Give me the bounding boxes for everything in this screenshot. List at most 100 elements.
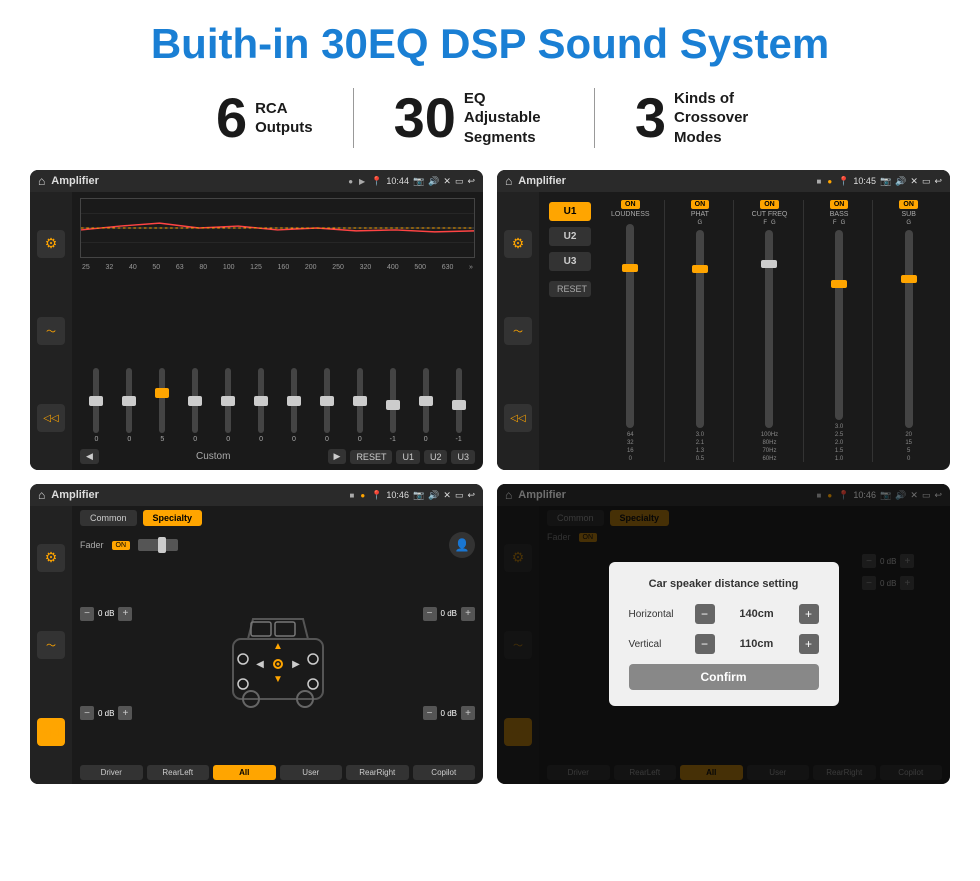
eq-thumb-2[interactable] xyxy=(122,396,136,406)
minus-btn-3[interactable]: − xyxy=(423,607,437,621)
eq-thumb-9[interactable] xyxy=(353,396,367,406)
home-icon-3[interactable]: ⌂ xyxy=(38,488,45,502)
horizontal-minus[interactable]: − xyxy=(695,604,715,624)
eq-track-12[interactable] xyxy=(456,368,462,433)
u1-btn[interactable]: U1 xyxy=(396,450,420,464)
eq-band-11[interactable]: 0 xyxy=(409,368,442,443)
sub-thumb[interactable] xyxy=(901,275,917,283)
horizontal-plus[interactable]: + xyxy=(799,604,819,624)
eq-icon[interactable]: ⚙ xyxy=(37,230,65,258)
eq-track-1[interactable] xyxy=(93,368,99,433)
eq-track-3[interactable] xyxy=(159,368,165,433)
u2-select[interactable]: U2 xyxy=(549,227,591,246)
wave-icon-3[interactable]: 〜 xyxy=(37,631,65,659)
eq-band-9[interactable]: 0 xyxy=(343,368,376,443)
eq-band-7[interactable]: 0 xyxy=(278,368,311,443)
eq-band-5[interactable]: 0 xyxy=(212,368,245,443)
loudness-thumb[interactable] xyxy=(622,264,638,272)
eq-track-6[interactable] xyxy=(258,368,264,433)
vertical-minus[interactable]: − xyxy=(695,634,715,654)
plus-btn-1[interactable]: + xyxy=(118,607,132,621)
loudness-slider[interactable] xyxy=(626,224,634,428)
eq-track-10[interactable] xyxy=(390,368,396,433)
speaker-layout: − 0 dB + − 0 dB + xyxy=(80,566,475,761)
eq-thumb-10[interactable] xyxy=(386,400,400,410)
eq-band-1[interactable]: 0 xyxy=(80,368,113,443)
wave-icon-2[interactable]: 〜 xyxy=(504,317,532,345)
fader-on[interactable]: ON xyxy=(112,541,131,550)
all-btn[interactable]: All xyxy=(213,765,276,780)
eq-thumb-12[interactable] xyxy=(452,400,466,410)
cutfreq-slider[interactable] xyxy=(765,230,773,428)
eq-thumb-8[interactable] xyxy=(320,396,334,406)
cutfreq-thumb[interactable] xyxy=(761,260,777,268)
wave-icon[interactable]: 〜 xyxy=(37,317,65,345)
eq-band-8[interactable]: 0 xyxy=(310,368,343,443)
eq-track-5[interactable] xyxy=(225,368,231,433)
eq-band-6[interactable]: 0 xyxy=(245,368,278,443)
eq-icon-3[interactable]: ⚙ xyxy=(37,544,65,572)
eq-track-9[interactable] xyxy=(357,368,363,433)
tab-common[interactable]: Common xyxy=(80,510,137,526)
u3-select[interactable]: U3 xyxy=(549,252,591,271)
eq-thumb-11[interactable] xyxy=(419,396,433,406)
prev-btn[interactable]: ◀ xyxy=(80,449,99,464)
next-btn[interactable]: ▶ xyxy=(328,449,347,464)
svg-text:▼: ▼ xyxy=(273,674,283,685)
eq-band-3[interactable]: 5 xyxy=(146,368,179,443)
sub-slider[interactable] xyxy=(905,230,913,428)
status-icons-1: 📍 10:44 📷 🔊 ✕ ▭ ↩ xyxy=(371,176,475,187)
bass-thumb[interactable] xyxy=(831,280,847,288)
copilot-btn[interactable]: Copilot xyxy=(413,765,476,780)
eq-thumb-4[interactable] xyxy=(188,396,202,406)
eq-track-7[interactable] xyxy=(291,368,297,433)
user-btn[interactable]: User xyxy=(280,765,343,780)
home-icon-1[interactable]: ⌂ xyxy=(38,174,45,188)
driver-btn[interactable]: Driver xyxy=(80,765,143,780)
minus-btn-1[interactable]: − xyxy=(80,607,94,621)
fader-thumb[interactable] xyxy=(158,537,166,553)
ctrl-bass: ON BASS F G 3.0 xyxy=(806,200,874,462)
tab-specialty[interactable]: Specialty xyxy=(143,510,203,526)
settings-icon[interactable]: 👤 xyxy=(449,532,475,558)
u2-btn[interactable]: U2 xyxy=(424,450,448,464)
phat-thumb[interactable] xyxy=(692,265,708,273)
eq-track-11[interactable] xyxy=(423,368,429,433)
phat-slider[interactable] xyxy=(696,230,704,428)
vertical-plus[interactable]: + xyxy=(799,634,819,654)
eq-icon-2[interactable]: ⚙ xyxy=(504,230,532,258)
eq-thumb-3[interactable] xyxy=(155,388,169,398)
fader-slider[interactable] xyxy=(138,539,178,551)
eq-track-4[interactable] xyxy=(192,368,198,433)
speaker-icon-3[interactable]: ◁◁ xyxy=(37,718,65,746)
eq-band-4[interactable]: 0 xyxy=(179,368,212,443)
eq-thumb-1[interactable] xyxy=(89,396,103,406)
speaker-icon[interactable]: ◁◁ xyxy=(37,404,65,432)
eq-thumb-7[interactable] xyxy=(287,396,301,406)
reset-btn-1[interactable]: RESET xyxy=(350,450,392,464)
u1-select[interactable]: U1 xyxy=(549,202,591,221)
app-name-2: Amplifier xyxy=(518,175,810,187)
u3-btn[interactable]: U3 xyxy=(451,450,475,464)
rear-left-btn[interactable]: RearLeft xyxy=(147,765,210,780)
eq-thumb-6[interactable] xyxy=(254,396,268,406)
reset-btn-2[interactable]: RESET xyxy=(549,281,591,297)
confirm-button[interactable]: Confirm xyxy=(629,664,819,690)
plus-btn-3[interactable]: + xyxy=(461,607,475,621)
minus-btn-4[interactable]: − xyxy=(423,706,437,720)
eq-track-8[interactable] xyxy=(324,368,330,433)
rear-right-btn[interactable]: RearRight xyxy=(346,765,409,780)
home-icon-2[interactable]: ⌂ xyxy=(505,174,512,188)
time-2: 10:45 xyxy=(853,176,876,186)
minus-btn-2[interactable]: − xyxy=(80,706,94,720)
eq-track-2[interactable] xyxy=(126,368,132,433)
speaker-icon-2[interactable]: ◁◁ xyxy=(504,404,532,432)
eq-band-10[interactable]: -1 xyxy=(376,368,409,443)
eq-band-2[interactable]: 0 xyxy=(113,368,146,443)
ctrl-loudness: ON LOUDNESS 64 32 16 0 xyxy=(597,200,665,462)
eq-band-12[interactable]: -1 xyxy=(442,368,475,443)
plus-btn-4[interactable]: + xyxy=(461,706,475,720)
eq-thumb-5[interactable] xyxy=(221,396,235,406)
bass-slider[interactable] xyxy=(835,230,843,420)
plus-btn-2[interactable]: + xyxy=(118,706,132,720)
